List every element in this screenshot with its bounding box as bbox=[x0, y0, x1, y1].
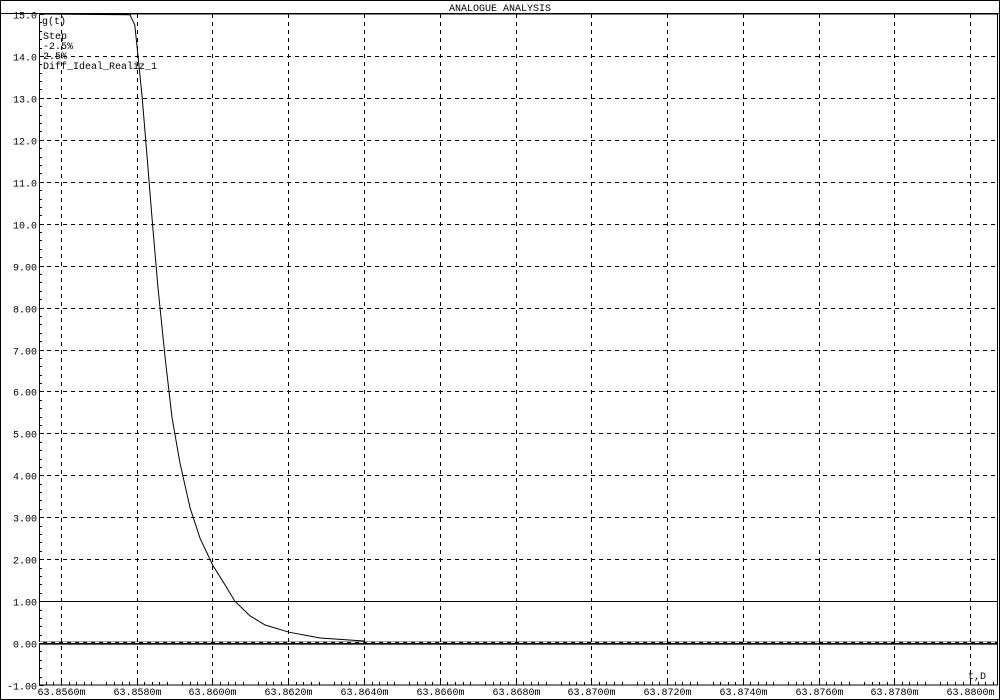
y-tick-label: 1.00 bbox=[13, 599, 37, 610]
x-tick-label: 63.8620m bbox=[264, 688, 312, 699]
y-tick-label: 9.00 bbox=[13, 264, 37, 275]
y-tick-label: 2.00 bbox=[13, 557, 37, 568]
y-tick-label: 13.0 bbox=[13, 96, 37, 107]
x-tick-label: 63.8720m bbox=[643, 688, 691, 699]
y-tick-label: 14.0 bbox=[13, 54, 37, 65]
x-axis-label: t,D bbox=[968, 672, 986, 683]
y-tick-label: 3.00 bbox=[13, 515, 37, 526]
x-tick-label: 63.8800m bbox=[946, 688, 994, 699]
y-tick-label: 4.00 bbox=[13, 473, 37, 484]
y-tick-label: 10.0 bbox=[13, 222, 37, 233]
y-tick-label: 8.00 bbox=[13, 306, 37, 317]
x-tick-label: 63.8600m bbox=[188, 688, 236, 699]
x-tick-label: 63.8780m bbox=[870, 688, 918, 699]
y-tick-label: 7.00 bbox=[13, 348, 37, 359]
y-tick-label: -1.00 bbox=[7, 683, 37, 694]
legend-line-4: Diff_Ideal_Realiz_1 bbox=[43, 61, 157, 73]
x-tick-label: 63.8760m bbox=[795, 688, 843, 699]
y-tick-label: 0.00 bbox=[13, 641, 37, 652]
x-tick-label: 63.8660m bbox=[416, 688, 464, 699]
x-tick-label: 63.8560m bbox=[37, 688, 85, 699]
x-tick-label: 63.8700m bbox=[567, 688, 615, 699]
x-tick-label: 63.8580m bbox=[113, 688, 161, 699]
x-tick-label: 63.8680m bbox=[492, 688, 540, 699]
chart: ANALOGUE ANALYSIS 15.0 14.0 13.0 12.0 11.0 10… bbox=[0, 0, 1000, 700]
y-tick-label: 5.00 bbox=[13, 431, 37, 442]
y-tick-label: 15.0 bbox=[13, 12, 37, 23]
y-axis-label: g(t) bbox=[42, 16, 66, 28]
y-tick-label: 12.0 bbox=[13, 138, 37, 149]
x-tick-label: 63.8640m bbox=[340, 688, 388, 699]
chart-title: ANALOGUE ANALYSIS bbox=[449, 4, 551, 15]
analogue-analysis-window: ANALOGUE ANALYSIS 15.0 14.0 13.0 12.0 11.0 10… bbox=[0, 0, 1000, 700]
y-tick-label: 11.0 bbox=[13, 180, 37, 191]
x-tick-label: 63.8740m bbox=[719, 688, 767, 699]
y-tick-label: 6.00 bbox=[13, 389, 37, 400]
